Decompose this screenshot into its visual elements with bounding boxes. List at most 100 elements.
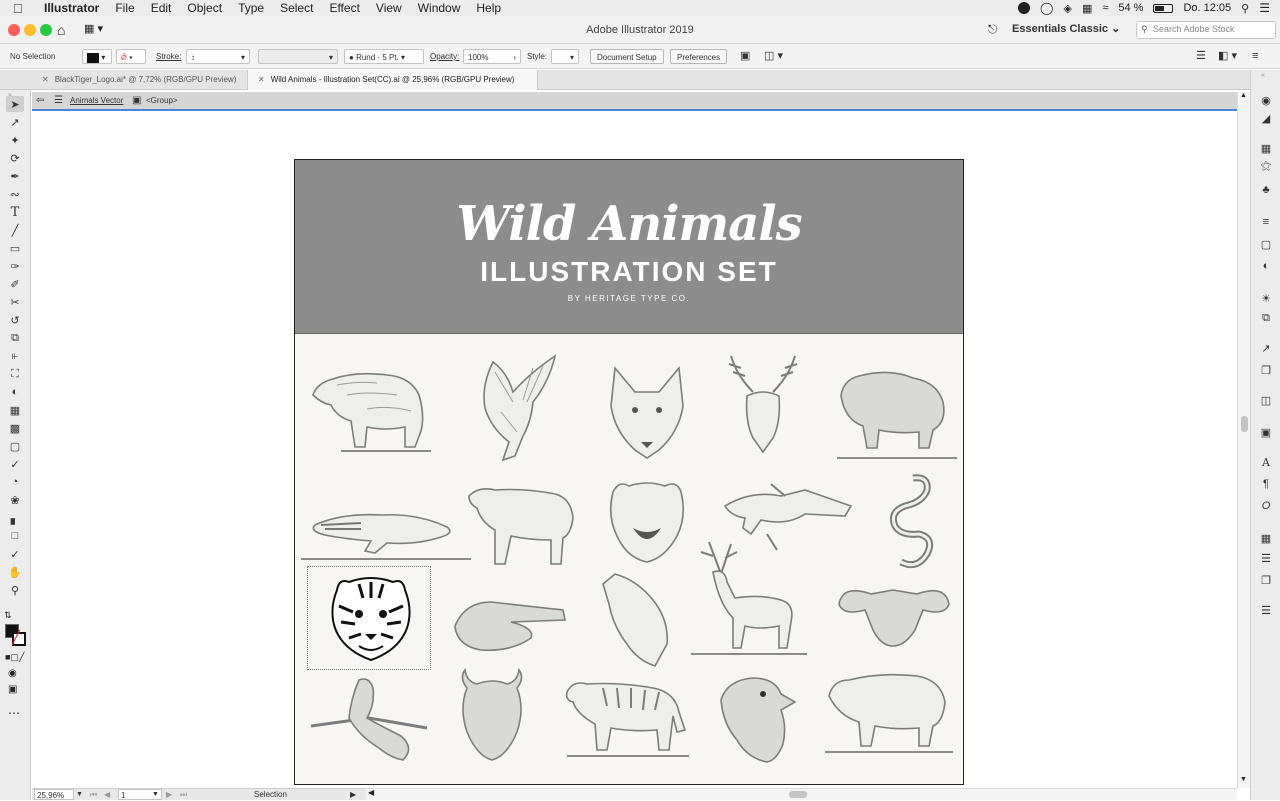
layers-icon[interactable]: ☰ [1259,604,1273,617]
color-panel-icon[interactable]: ◉ [1259,94,1273,107]
stroke-panel-icon[interactable]: ≡ [1259,216,1273,228]
breadcrumb-layer[interactable]: Animals Vector [70,92,123,110]
shape-builder-icon[interactable]: ◐ [6,384,24,400]
collapse-dock-icon[interactable]: « [1261,72,1265,79]
wild-boar-illustration[interactable] [825,666,953,758]
bison-illustration[interactable] [833,368,957,464]
menu-select[interactable]: Select [272,1,321,15]
zoom-dropdown-icon[interactable]: ▼ [76,789,83,800]
canvas[interactable]: Wild Animals ILLUSTRATION SET BY HERITAG… [32,113,1237,788]
roaring-bear-illustration[interactable] [607,478,687,564]
color-mode-buttons[interactable]: ■▢╱ [5,652,24,663]
back-arrow-icon[interactable]: ⇦ [36,92,44,110]
variable-width-profile[interactable]: ▾ [258,49,338,64]
spotlight-icon[interactable]: ⚲ [1241,2,1249,15]
color-guide-icon[interactable]: ◢ [1259,112,1273,125]
brush-definition-dropdown[interactable]: ● Rund - 5 Pt. ▾ [344,49,424,64]
scroll-left-icon[interactable]: ◀ [368,788,374,797]
menu-app-name[interactable]: Illustrator [36,1,107,15]
line-tool-icon[interactable]: ╱ [6,222,24,238]
wolf-standing-illustration[interactable] [465,478,577,568]
close-icon[interactable]: ✕ [42,75,49,84]
eagle-flying-illustration[interactable] [473,352,565,468]
character-icon[interactable]: A [1259,456,1273,469]
draw-mode-icon[interactable]: ◉ [8,668,17,679]
creative-cloud-icon[interactable]: ◯ [1040,1,1053,15]
menu-help[interactable]: Help [468,1,509,15]
zoom-field[interactable]: 25,96% [34,789,74,800]
opacity-field[interactable]: 100% › [463,49,521,64]
menu-file[interactable]: File [107,1,142,15]
direct-selection-tool-icon[interactable]: ↗ [6,114,24,130]
grid-status-icon[interactable]: ▦ [1082,2,1092,15]
stroke-color-picker[interactable]: ⦳ ▾ [116,49,146,64]
align-panel-icon[interactable]: ☰ [1196,49,1206,64]
battery-icon[interactable] [1153,3,1174,13]
arrange-icon[interactable]: ◫ ▾ [764,49,783,64]
swatches-icon[interactable]: ▦ [1259,142,1273,155]
workspace-switcher[interactable]: Essentials Classic ⌄ [1012,22,1120,35]
close-icon[interactable]: ✕ [258,75,265,84]
free-transform-icon[interactable]: ⛶ [6,366,24,382]
fox-head-illustration[interactable] [607,362,687,462]
stroke-swatch[interactable]: ╱ [12,630,26,646]
breadcrumb-group[interactable]: <Group> [146,92,178,110]
magic-wand-icon[interactable]: ✦ [6,132,24,148]
snake-illustration[interactable] [883,472,937,574]
document-setup-button[interactable]: Document Setup [590,49,664,64]
perspective-grid-icon[interactable]: ▦ [6,402,24,418]
selection-tool-icon[interactable]: ➤ [6,96,24,112]
next-artboard-icon[interactable]: ▶ [166,789,172,800]
horizontal-scroll-thumb[interactable] [789,791,807,798]
hand-tool-icon[interactable]: ✋ [6,564,24,580]
scroll-down-icon[interactable]: ▼ [1240,776,1247,783]
bear-illustration[interactable] [307,365,431,457]
horizontal-scrollbar[interactable]: ◀ [366,788,1237,800]
zoom-tool-icon[interactable]: ⚲ [6,582,24,598]
graph-tool-icon[interactable]: ▖ [6,510,24,526]
badger-illustration[interactable] [301,495,471,565]
scissors-icon[interactable]: ✂ [6,294,24,310]
pathfinder-icon[interactable]: ❐ [1259,574,1273,587]
scroll-up-icon[interactable]: ▲ [1240,92,1247,99]
properties-icon[interactable]: ▣ [1259,426,1273,439]
export-icon[interactable]: ↗ [1259,342,1273,355]
buffalo-head-illustration[interactable] [835,580,953,650]
status-check-icon[interactable] [1018,2,1031,14]
menu-window[interactable]: Window [410,1,469,15]
swap-colors-icon[interactable]: ⇅ [4,610,12,621]
crocodile-head-illustration[interactable] [451,592,569,656]
eyedropper-icon[interactable]: ✓ [6,456,24,472]
symbol-sprayer-icon[interactable]: ❀ [6,492,24,508]
shaper-tool-icon[interactable]: ✐ [6,276,24,292]
more-tools-icon[interactable]: ⋯ [8,706,20,720]
first-artboard-icon[interactable]: ⏮ [90,789,97,800]
control-menu-icon[interactable]: ≡ [1252,49,1258,64]
opentype-icon[interactable]: O [1259,500,1273,512]
transparency-icon[interactable]: ◐ [1259,260,1273,272]
align-icon[interactable]: ☰ [1259,552,1273,565]
rectangle-tool-icon[interactable]: ▭ [6,240,24,256]
curvature-tool-icon[interactable]: ∾ [6,186,24,202]
clock[interactable]: Do. 12:05 [1183,2,1231,14]
status-menu-icon[interactable]: ▶ [350,789,356,800]
brushes-icon[interactable]: ⚝ [1259,160,1273,172]
apple-menu-icon[interactable]:  [0,1,36,16]
tiger-walking-illustration[interactable] [563,674,689,760]
artboard-dropdown-icon[interactable]: ▼ [152,789,159,800]
lasso-icon[interactable]: ⟳ [6,150,24,166]
tab-blacktiger[interactable]: ✕ BlackTiger_Logo.ai* @ 7,72% (RGB/GPU Pr… [32,70,248,90]
paragraph-icon[interactable]: ¶ [1259,478,1273,490]
graphic-styles-icon[interactable]: ⧉ [1259,312,1273,324]
select-similar-icon[interactable]: ▣ [740,49,750,64]
gradient-tool-icon[interactable]: ▢ [6,438,24,454]
mesh-tool-icon[interactable]: ▩ [6,420,24,436]
lightbulb-icon[interactable]: ⎋ [988,22,998,37]
artboard[interactable]: Wild Animals ILLUSTRATION SET BY HERITAG… [294,159,964,785]
menu-edit[interactable]: Edit [143,1,180,15]
wifi-icon[interactable]: ≈ [1102,2,1108,14]
last-artboard-icon[interactable]: ⏭ [180,789,187,800]
snake-branch-illustration[interactable] [309,674,427,764]
stag-illustration[interactable] [691,538,807,660]
eagle-head-illustration[interactable] [717,672,801,764]
